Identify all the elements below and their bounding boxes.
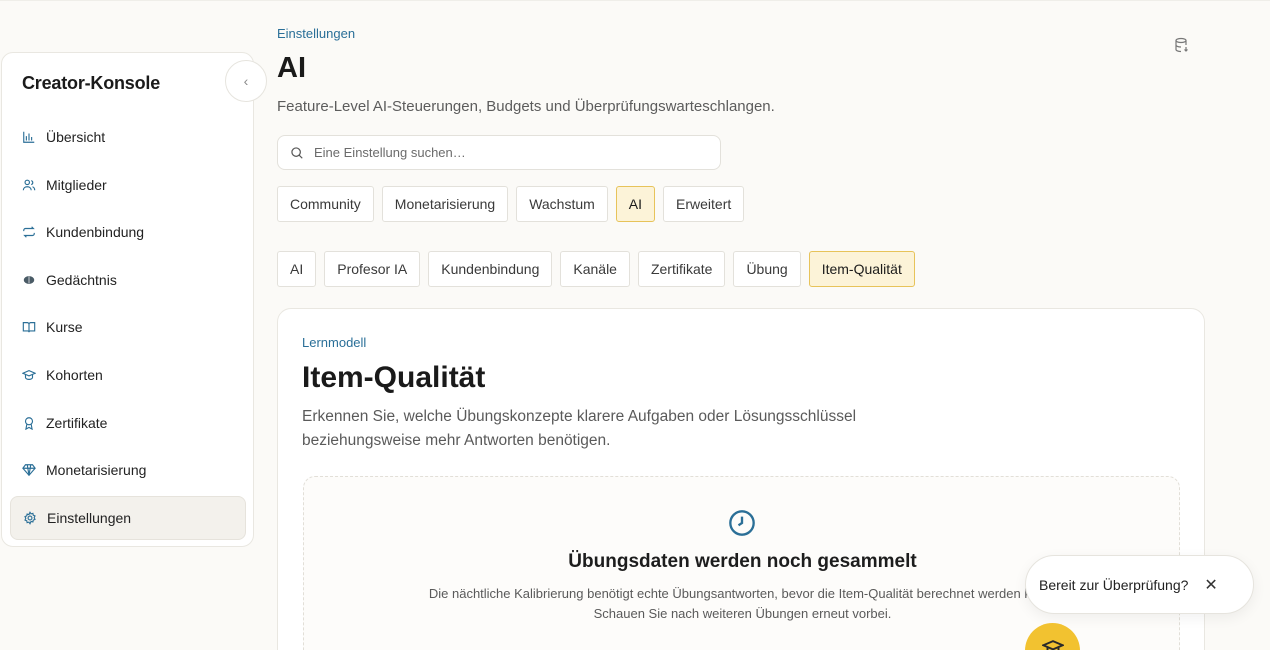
toast-text: Bereit zur Überprüfung?	[1039, 576, 1189, 593]
subtab-profesor-ia[interactable]: Profesor IA	[324, 251, 421, 287]
sidebar-item-kurse[interactable]: Kurse	[10, 305, 246, 349]
secondary-tabs: AI Profesor IA Kundenbindung Kanäle Zert…	[277, 251, 915, 287]
sidebar-item-label: Mitglieder	[46, 176, 107, 193]
sidebar-item-label: Übersicht	[46, 129, 106, 145]
subtab-zertifikate[interactable]: Zertifikate	[637, 251, 726, 287]
brain-icon	[22, 273, 36, 287]
award-icon	[22, 416, 36, 430]
sidebar-item-label: Monetarisierung	[46, 462, 147, 479]
tab-monetarisierung[interactable]: Monetarisierung	[381, 186, 509, 222]
sidebar-item-kohorten[interactable]: Kohorten	[10, 353, 246, 397]
sidebar-item-label: Kundenbindung	[46, 224, 145, 241]
tab-community[interactable]: Community	[277, 186, 374, 222]
chevron-left-icon: ‹	[243, 73, 249, 89]
top-border	[0, 0, 1270, 1]
sidebar-item-label: Gedächtnis	[46, 271, 117, 288]
graduation-cap-icon	[22, 368, 36, 382]
subtab-kundenbindung[interactable]: Kundenbindung	[428, 251, 553, 287]
primary-tabs: Community Monetarisierung Wachstum AI Er…	[277, 186, 745, 222]
sidebar: Creator-Konsole Übersicht Mitglieder Kun…	[1, 52, 254, 547]
tab-erweitert[interactable]: Erweitert	[663, 186, 745, 222]
review-toast: Bereit zur Überprüfung? ✕	[1025, 555, 1254, 614]
sidebar-item-zertifikate[interactable]: Zertifikate	[10, 401, 246, 445]
sidebar-item-label: Kohorten	[46, 366, 103, 383]
sidebar-item-label: Kurse	[46, 319, 83, 336]
tab-ai[interactable]: AI	[615, 186, 656, 222]
sidebar-nav: Übersicht Mitglieder Kundenbindung Gedäc…	[10, 115, 246, 543]
sidebar-title: Creator-Konsole	[22, 73, 161, 93]
book-open-icon	[22, 320, 36, 334]
sidebar-item-kundenbindung[interactable]: Kundenbindung	[10, 210, 246, 254]
gem-icon	[22, 463, 36, 477]
collapse-sidebar-button[interactable]: ‹	[225, 60, 267, 102]
database-icon[interactable]	[1174, 37, 1190, 53]
sidebar-item-einstellungen[interactable]: Einstellungen	[10, 495, 246, 540]
subtab-ai[interactable]: AI	[277, 251, 317, 287]
tab-wachstum[interactable]: Wachstum	[516, 186, 608, 222]
repeat-icon	[22, 225, 36, 239]
subtab-uebung[interactable]: Übung	[733, 251, 801, 287]
sidebar-item-mitglieder[interactable]: Mitglieder	[10, 163, 246, 207]
close-icon[interactable]: ✕	[1204, 575, 1217, 595]
sidebar-item-label: Zertifikate	[46, 414, 108, 431]
breadcrumb[interactable]: Einstellungen	[277, 26, 355, 41]
search-input[interactable]	[314, 145, 694, 160]
card-eyebrow: Lernmodell	[302, 335, 367, 350]
page-title: AI	[277, 52, 306, 84]
empty-state-text: Die nächtliche Kalibrierung benötigt ech…	[428, 586, 1057, 621]
graduation-cap-icon	[1041, 640, 1064, 650]
bar-chart-icon	[22, 130, 36, 144]
clock-icon	[728, 509, 756, 537]
page-subtitle: Feature-Level AI-Steuerungen, Budgets un…	[277, 98, 775, 115]
card-title: Item-Qualität	[302, 361, 486, 394]
subtab-item-qualitaet[interactable]: Item-Qualität	[808, 251, 915, 287]
search-field[interactable]	[277, 135, 721, 170]
sidebar-item-gedaechtnis[interactable]: Gedächtnis	[10, 258, 246, 302]
sidebar-item-label: Einstellungen	[47, 509, 132, 526]
card-description: Erkennen Sie, welche Übungskonzepte klar…	[302, 408, 857, 449]
sidebar-item-monetarisierung[interactable]: Monetarisierung	[10, 448, 246, 492]
users-icon	[22, 178, 36, 192]
subtab-kanaele[interactable]: Kanäle	[560, 251, 630, 287]
search-icon	[291, 146, 303, 159]
gear-icon	[23, 510, 37, 525]
sidebar-item-uebersicht[interactable]: Übersicht	[10, 115, 246, 159]
